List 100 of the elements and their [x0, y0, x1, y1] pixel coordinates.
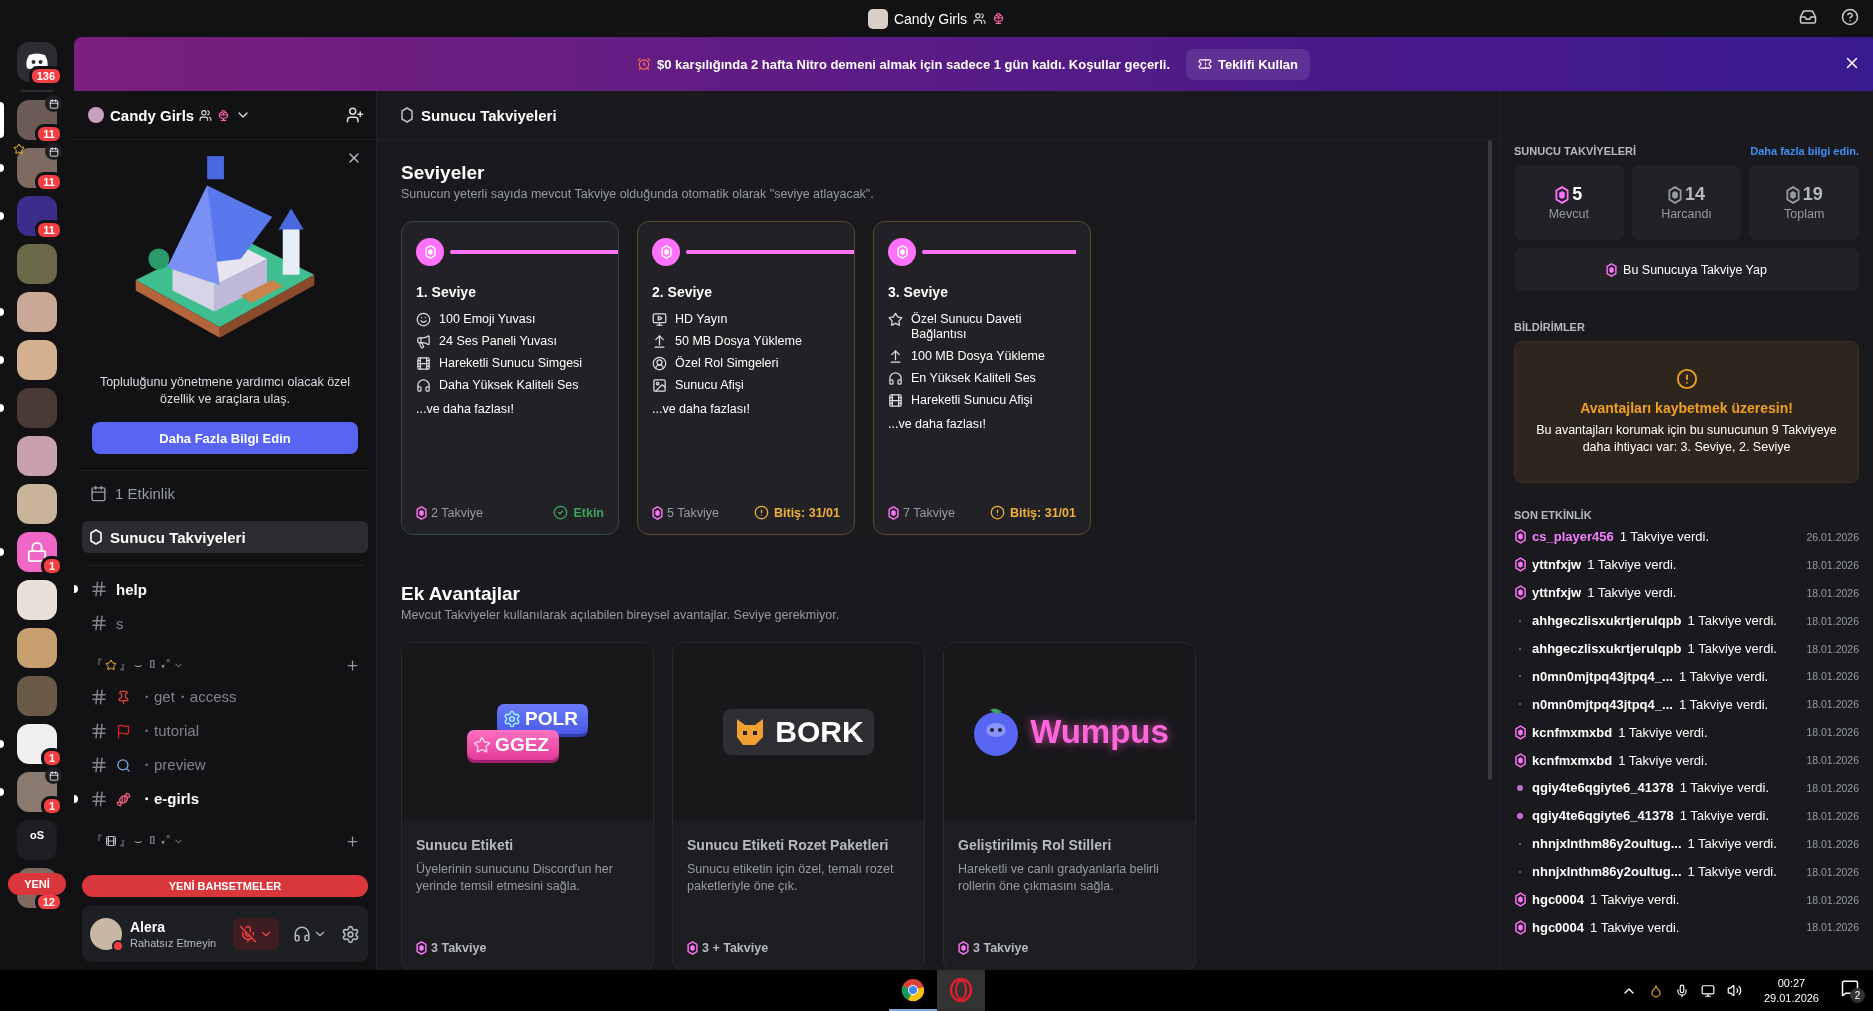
droplet-icon[interactable]	[1648, 983, 1663, 998]
inbox-icon[interactable]	[1799, 8, 1817, 26]
channel-item[interactable]: ・e-girls	[82, 784, 368, 814]
booster-name[interactable]: kcnfmxmxbd	[1532, 724, 1613, 740]
upload-icon	[652, 334, 667, 349]
plus-icon[interactable]	[345, 657, 360, 673]
learn-more-button[interactable]: Daha Fazla Bilgi Edin	[92, 422, 358, 454]
perk-description: Sunucu etiketin için özel, temalı rozet paketleriyle öne çık.	[687, 861, 895, 895]
boost-gem-icon	[888, 505, 899, 520]
scrollbar-thumb[interactable]	[1488, 140, 1492, 780]
activity-text: 1 Takviye verdi.	[1587, 557, 1678, 573]
boost-gem-icon	[1514, 919, 1526, 935]
user-avatar[interactable]	[90, 918, 122, 950]
activity-text: 1 Takviye verdi.	[1679, 780, 1770, 796]
tier-title: 1. Seviye	[416, 284, 477, 300]
perk-text: Özel Sunucu Daveti Bağlantısı	[911, 312, 1023, 342]
category-bracket: 』	[119, 656, 132, 674]
server-photo-placeholder[interactable]	[17, 484, 57, 524]
boost-icon	[90, 529, 102, 545]
magnifier-icon	[116, 757, 131, 773]
channel-item[interactable]: help	[82, 574, 368, 604]
mute-button[interactable]	[233, 918, 279, 950]
server-photo-placeholder[interactable]	[17, 724, 57, 764]
banner-text: $0 karşılığında 2 hafta Nitro demeni almak için sadece 1 gün kaldı. Koşullar geçerli.	[657, 56, 1170, 72]
alert-icon	[754, 505, 769, 520]
category-name[interactable]: ⌣ ▯ ⋆˚	[134, 833, 171, 849]
alert-icon	[1675, 368, 1698, 390]
booster-name[interactable]: yttnfxjw	[1532, 585, 1582, 601]
claim-offer-button[interactable]: Teklifi Kullan	[1186, 48, 1310, 80]
booster-name[interactable]: hgc0004	[1532, 892, 1585, 907]
perk-card[interactable]: BORK Sunucu Etiketi Rozet Paketleri Sunucu etiketin için özel, temalı rozet paketleriyle öne çık. 3 + Takviye	[672, 642, 925, 970]
add-user-icon	[346, 106, 364, 124]
booster-name[interactable]: n0mn0mjtpq43jtpq4_...	[1532, 696, 1673, 712]
section-subtitle: Mevcut Takviyeler kullanılarak açılabilen bireysel avantajlar. Seviye gerekmiyor.	[401, 608, 841, 622]
perk-card[interactable]: Wumpus Geliştirilmiş Rol Stilleri Hareketli ve canlı gradyanlarla belirli rollerin öne çıkmasını sağla. 3 Takviye	[943, 642, 1196, 970]
boost-server-button[interactable]: Bu Sunucuya Takviye Yap	[1514, 248, 1859, 291]
stat-label: Harcandı	[1661, 207, 1712, 221]
booster-name[interactable]: n0mn0mjtpq43jtpq4_...	[1532, 668, 1673, 684]
gear-icon	[503, 710, 522, 728]
server-icon[interactable]	[17, 532, 57, 572]
channel-item[interactable]: ・tutorial	[82, 716, 368, 746]
boost-gem-icon	[1667, 185, 1682, 204]
sidebar-item[interactable]: 1 Etkinlik	[82, 477, 368, 509]
server-photo-placeholder[interactable]	[17, 580, 57, 620]
booster-name[interactable]: hgc0004	[1532, 919, 1585, 935]
server-photo-placeholder[interactable]	[17, 436, 57, 476]
notifications-button[interactable]: 2	[1841, 978, 1865, 1003]
perk-text: Daha Yüksek Kaliteli Ses	[439, 378, 579, 393]
boost-icon	[401, 107, 413, 123]
perk-card[interactable]: POLR GGEZ Sunucu Etiketi Üyelerinin sunucunu Discord'un her yerinde temsil etmesini sağla. 3 Takviye	[401, 642, 654, 970]
activity-text: 1 Takviye verdi.	[1687, 836, 1778, 852]
activity-date: 18.01.2026	[1806, 614, 1859, 627]
booster-name[interactable]: qgiy4te6qgiyte6_41378	[1532, 780, 1674, 796]
server-photo-placeholder[interactable]	[17, 292, 57, 332]
channel-item[interactable]: ・preview	[82, 750, 368, 780]
plus-icon[interactable]	[345, 833, 360, 849]
perk-text: Özel Rol Simgeleri	[675, 356, 779, 371]
section-title: Ek Avantajlar	[401, 583, 521, 605]
volume-icon[interactable]	[1726, 983, 1742, 998]
server-photo-placeholder[interactable]	[17, 628, 57, 668]
clock[interactable]: 00:27 29.01.2026	[1763, 977, 1819, 1004]
activity-text: 1 Takviye verdi.	[1679, 808, 1770, 824]
perk-title: Sunucu Etiketi	[416, 837, 515, 853]
new-mentions-toast[interactable]: YENİ BAHSETMELER	[82, 875, 368, 897]
server-folder[interactable]: oS	[17, 820, 57, 860]
category-name[interactable]: ⌣ ▯ ⋆˚	[134, 657, 171, 673]
channel-item[interactable]: s	[82, 608, 368, 638]
learn-more-link[interactable]: Daha fazla bilgi edin.	[1750, 145, 1859, 157]
headphones-icon	[888, 371, 903, 386]
activity-date: 18.01.2026	[1806, 893, 1859, 906]
booster-name[interactable]: nhnjxlnthm86y2oultug...	[1532, 836, 1682, 852]
microphone-icon[interactable]	[1674, 983, 1689, 998]
booster-name[interactable]: nhnjxlnthm86y2oultug...	[1532, 864, 1682, 880]
activity-date: 18.01.2026	[1806, 642, 1859, 655]
sidebar-item[interactable]: Sunucu Takviyeleri	[82, 521, 368, 553]
booster-name[interactable]: cs_player456	[1532, 529, 1614, 545]
booster-name[interactable]: ahhgeczlisxukrtjerulqpb	[1532, 641, 1682, 656]
booster-name[interactable]: yttnfxjw	[1532, 557, 1582, 573]
channel-item[interactable]: ・get・access	[82, 682, 368, 712]
server-photo-placeholder[interactable]	[17, 340, 57, 380]
dot-icon	[1517, 784, 1523, 791]
boost-gem-icon	[1555, 185, 1570, 204]
dot-icon	[1517, 812, 1523, 819]
more-text: ...ve daha fazlası!	[416, 402, 515, 416]
perk-text: Hareketli Sunucu Afişi	[911, 393, 1033, 408]
booster-name[interactable]: qgiy4te6qgiyte6_41378	[1532, 808, 1674, 824]
network-icon[interactable]	[1700, 983, 1715, 998]
mention-badge: 136	[28, 66, 63, 86]
activity-text: 1 Takviye verdi.	[1590, 892, 1681, 907]
help-icon[interactable]	[1841, 8, 1859, 26]
section-subtitle: Sunucun yeterli sayıda mevcut Takviye olduğunda otomatik olarak "seviye atlayacak".	[401, 187, 875, 201]
perk-description: Üyelerinin sunucunu Discord'un her yerinde temsil etmesini sağla.	[416, 861, 614, 895]
new-unreads-toast[interactable]: YENİ	[8, 873, 66, 895]
invite-button[interactable]	[346, 106, 364, 124]
settings-icon	[341, 924, 360, 944]
settings-button[interactable]	[341, 924, 360, 944]
booster-name[interactable]: kcnfmxmxbd	[1532, 752, 1613, 768]
server-name-button[interactable]: Candy Girls	[110, 106, 340, 124]
booster-name[interactable]: ahhgeczlisxukrtjerulqpb	[1532, 613, 1682, 629]
boost-cost: 3 Takviye	[958, 941, 1181, 955]
